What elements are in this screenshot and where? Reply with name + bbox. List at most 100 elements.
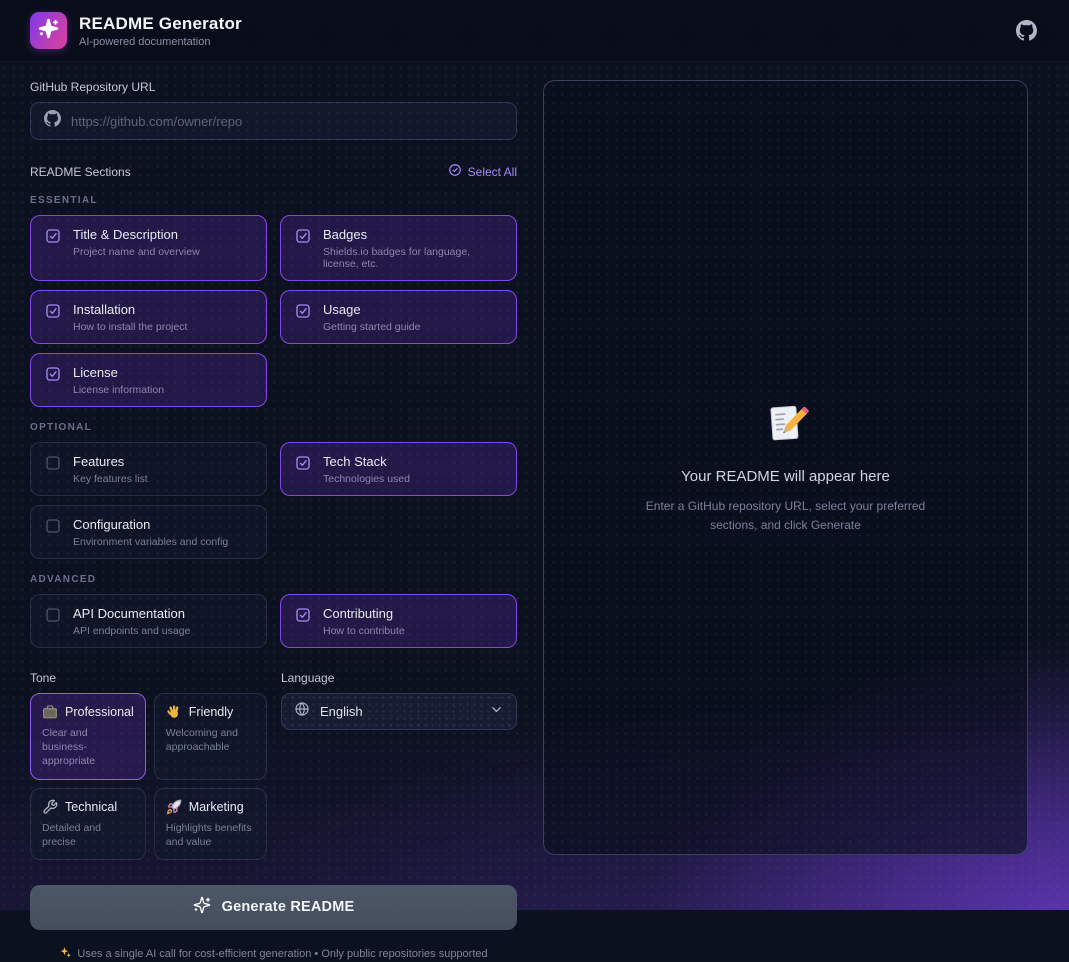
- section-card[interactable]: API Documentation API endpoints and usag…: [30, 594, 267, 648]
- section-card-title: API Documentation: [73, 606, 190, 621]
- generate-readme-label: Generate README: [222, 899, 355, 915]
- select-all-label: Select All: [468, 165, 517, 179]
- check-circle-icon: [448, 163, 462, 180]
- tone-card[interactable]: Marketing Highlights benefits and value: [154, 788, 267, 860]
- brand-text: README Generator AI-powered documentatio…: [79, 14, 242, 48]
- checkbox-icon: [45, 366, 61, 382]
- globe-icon: [294, 701, 310, 722]
- section-card-title: License: [73, 365, 164, 380]
- section-group: ADVANCED API Documentation API endpoints…: [30, 574, 517, 648]
- github-icon[interactable]: [1013, 18, 1039, 44]
- tone-card[interactable]: Technical Detailed and precise: [30, 788, 146, 860]
- section-card-desc: Technologies used: [323, 473, 410, 485]
- sections-groups: ESSENTIAL Title & Description Project na…: [30, 195, 517, 648]
- tone-title: Friendly: [189, 705, 233, 719]
- group-label: OPTIONAL: [30, 422, 517, 433]
- chevron-down-icon: [489, 702, 504, 722]
- main-content: GitHub Repository URL README Sections Se…: [0, 62, 1069, 962]
- footer-note: Uses a single AI call for cost-efficient…: [30, 946, 517, 962]
- section-card-title: Badges: [323, 227, 502, 242]
- tone-title: Professional: [65, 705, 134, 719]
- app-header: README Generator AI-powered documentatio…: [0, 0, 1069, 62]
- tone-desc: Clear and business-appropriate: [42, 726, 134, 769]
- group-grid: Features Key features list Tech Stack: [30, 442, 517, 559]
- sparkles-icon: [193, 896, 211, 918]
- readme-preview-panel: Your README will appear here Enter a Git…: [543, 80, 1028, 855]
- footer-note-text: Uses a single AI call for cost-efficient…: [77, 948, 487, 960]
- repo-url-label: GitHub Repository URL: [30, 80, 517, 94]
- section-card[interactable]: Configuration Environment variables and …: [30, 505, 267, 559]
- checkbox-icon: [295, 607, 311, 623]
- sections-header: README Sections Select All: [30, 163, 517, 180]
- section-group: ESSENTIAL Title & Description Project na…: [30, 195, 517, 407]
- checkbox-icon: [45, 455, 61, 471]
- section-card[interactable]: Title & Description Project name and ove…: [30, 215, 267, 281]
- memo-icon: [763, 401, 809, 452]
- section-card-desc: Getting started guide: [323, 321, 420, 333]
- briefcase-icon: [42, 704, 58, 720]
- section-card[interactable]: Usage Getting started guide: [280, 290, 517, 344]
- preview-placeholder: Your README will appear here Enter a Git…: [544, 401, 1027, 534]
- section-card-desc: Key features list: [73, 473, 148, 485]
- tone-title: Marketing: [189, 800, 244, 814]
- language-select[interactable]: English: [281, 693, 517, 730]
- tone-desc: Detailed and precise: [42, 821, 134, 849]
- sparkles-icon: [38, 18, 59, 44]
- language-label: Language: [281, 671, 517, 685]
- section-group: OPTIONAL Features Key features list: [30, 422, 517, 559]
- section-card-title: Tech Stack: [323, 454, 410, 469]
- tone-label: Tone: [30, 671, 267, 685]
- section-card-title: Contributing: [323, 606, 405, 621]
- rocket-icon: [166, 799, 182, 815]
- generate-readme-button[interactable]: Generate README: [30, 885, 517, 930]
- language-value: English: [320, 704, 479, 719]
- repo-url-input[interactable]: [71, 114, 503, 129]
- tone-column: Tone Professional Clear and business-app…: [30, 671, 267, 860]
- brand: README Generator AI-powered documentatio…: [30, 12, 242, 49]
- section-card-desc: Shields.io badges for language, license,…: [323, 246, 502, 270]
- app-title: README Generator: [79, 14, 242, 34]
- section-card[interactable]: Badges Shields.io badges for language, l…: [280, 215, 517, 281]
- preview-title: Your README will appear here: [624, 468, 947, 485]
- section-card-title: Features: [73, 454, 148, 469]
- section-card[interactable]: Features Key features list: [30, 442, 267, 496]
- section-card-desc: License information: [73, 384, 164, 396]
- tone-card[interactable]: Friendly Welcoming and approachable: [154, 693, 267, 780]
- select-all-button[interactable]: Select All: [448, 163, 517, 180]
- checkbox-icon: [295, 303, 311, 319]
- checkbox-icon: [45, 228, 61, 244]
- section-card[interactable]: Contributing How to contribute: [280, 594, 517, 648]
- tone-desc: Welcoming and approachable: [166, 726, 255, 754]
- section-card[interactable]: Installation How to install the project: [30, 290, 267, 344]
- checkbox-icon: [45, 518, 61, 534]
- section-card-desc: How to contribute: [323, 625, 405, 637]
- section-card-desc: API endpoints and usage: [73, 625, 190, 637]
- repo-url-field: [30, 102, 517, 140]
- section-card-desc: How to install the project: [73, 321, 187, 333]
- waving-hand-icon: [166, 704, 182, 720]
- tone-desc: Highlights benefits and value: [166, 821, 255, 849]
- tone-card[interactable]: Professional Clear and business-appropri…: [30, 693, 146, 780]
- config-column: GitHub Repository URL README Sections Se…: [30, 80, 517, 962]
- section-card-desc: Project name and overview: [73, 246, 200, 258]
- tone-title: Technical: [65, 800, 117, 814]
- sparkles-emoji-icon: [59, 946, 72, 962]
- section-card-title: Installation: [73, 302, 187, 317]
- app-subtitle: AI-powered documentation: [79, 36, 242, 48]
- checkbox-icon: [295, 455, 311, 471]
- section-card[interactable]: License License information: [30, 353, 267, 407]
- group-label: ADVANCED: [30, 574, 517, 585]
- checkbox-icon: [295, 228, 311, 244]
- sections-label: README Sections: [30, 165, 131, 179]
- group-grid: Title & Description Project name and ove…: [30, 215, 517, 407]
- tone-grid: Professional Clear and business-appropri…: [30, 693, 267, 860]
- preview-subtitle: Enter a GitHub repository URL, select yo…: [624, 497, 947, 534]
- section-card-title: Configuration: [73, 517, 228, 532]
- section-card-title: Usage: [323, 302, 420, 317]
- checkbox-icon: [45, 303, 61, 319]
- group-label: ESSENTIAL: [30, 195, 517, 206]
- wrench-icon: [42, 799, 58, 815]
- language-column: Language English: [281, 671, 517, 860]
- section-card[interactable]: Tech Stack Technologies used: [280, 442, 517, 496]
- checkbox-icon: [45, 607, 61, 623]
